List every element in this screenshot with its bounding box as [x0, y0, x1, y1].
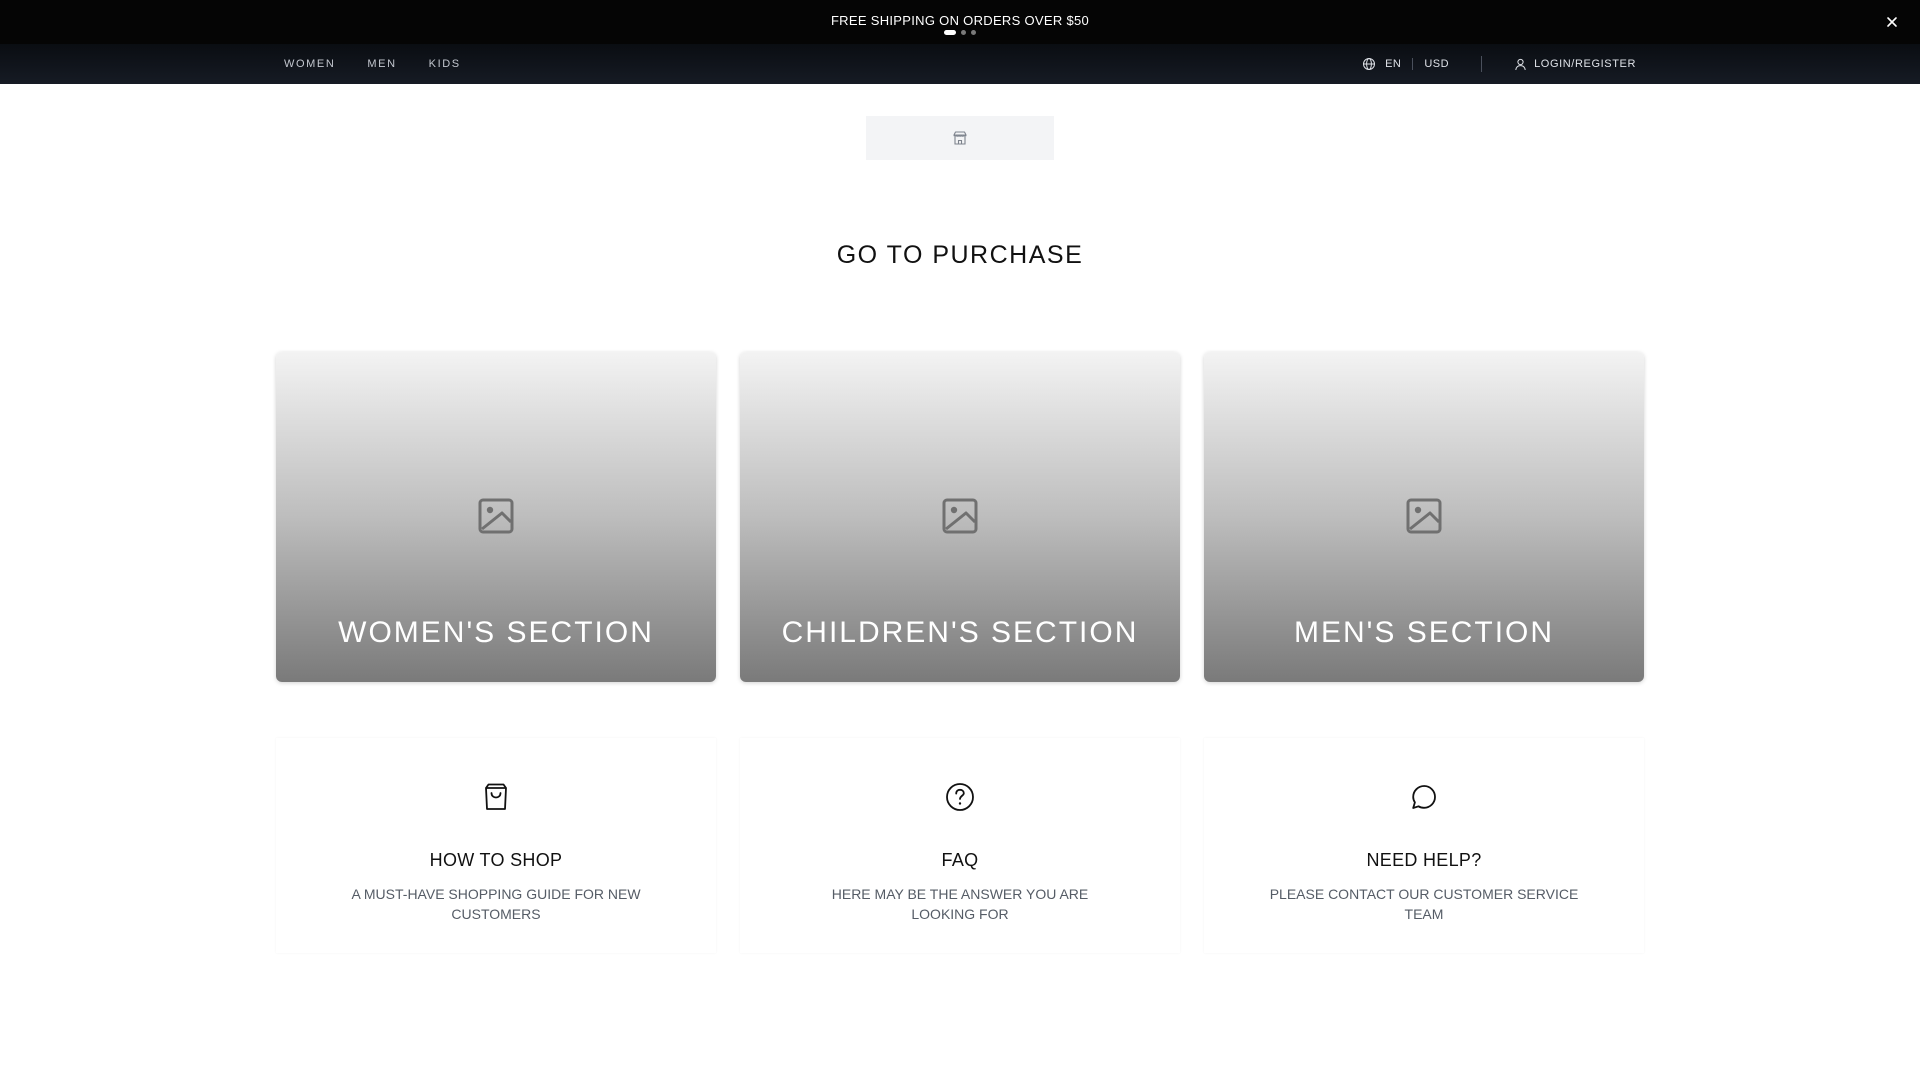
announcement-slide-dots	[0, 30, 1920, 35]
how-to-shop-title: HOW TO SHOP	[429, 850, 563, 870]
need-help-description: PLEASE CONTACT OUR CUSTOMER SERVICE TEAM	[1269, 886, 1579, 922]
mens-section-card[interactable]: MEN'S SECTION	[1204, 352, 1644, 682]
womens-section-label: WOMEN'S SECTION	[338, 616, 654, 649]
nav-links: WOMEN MEN KIDS	[284, 44, 493, 84]
help-circle-icon	[946, 783, 974, 811]
mens-section-label: MEN'S SECTION	[1293, 616, 1555, 649]
language-selector[interactable]: EN	[1385, 58, 1401, 70]
close-announcement-button[interactable]	[1883, 13, 1901, 31]
store-icon	[953, 131, 967, 145]
need-help-block[interactable]: NEED HELP? PLEASE CONTACT OUR CUSTOMER S…	[1204, 738, 1644, 953]
page-heading: GO TO PURCHASE	[836, 241, 1084, 269]
shopping-bag-icon	[485, 783, 507, 810]
nav-link-women[interactable]: WOMEN	[284, 58, 335, 70]
need-help-title: NEED HELP?	[1366, 850, 1482, 870]
store-logo[interactable]	[866, 116, 1054, 160]
how-to-shop-block[interactable]: HOW TO SHOP A MUST-HAVE SHOPPING GUIDE F…	[276, 738, 716, 953]
womens-section-card[interactable]: WOMEN'S SECTION	[276, 352, 716, 682]
image-placeholder-icon	[1406, 498, 1442, 534]
message-bubble-icon	[1412, 785, 1436, 809]
currency-selector[interactable]: USD	[1424, 58, 1449, 70]
faq-description: HERE MAY BE THE ANSWER YOU ARE LOOKING F…	[831, 886, 1089, 922]
faq-block[interactable]: FAQ HERE MAY BE THE ANSWER YOU ARE LOOKI…	[740, 738, 1180, 953]
childrens-section-card[interactable]: CHILDREN'S SECTION	[740, 352, 1180, 682]
image-placeholder-icon	[478, 498, 514, 534]
globe-icon[interactable]	[1362, 57, 1376, 71]
nav-link-kids[interactable]: KIDS	[429, 58, 461, 70]
nav-link-men[interactable]: MEN	[367, 58, 396, 70]
slide-dot-2[interactable]	[961, 30, 966, 35]
how-to-shop-description: A MUST-HAVE SHOPPING GUIDE FOR NEW CUSTO…	[351, 886, 641, 922]
main-nav: WOMEN MEN KIDS EN USD LOGIN/REGISTER	[0, 44, 1920, 84]
image-placeholder-icon	[942, 498, 978, 534]
slide-dot-3[interactable]	[971, 30, 976, 35]
user-icon	[1515, 58, 1526, 70]
announcement-bar: FREE SHIPPING ON ORDERS OVER $50	[0, 0, 1920, 44]
close-icon	[1887, 17, 1897, 27]
divider	[1481, 56, 1483, 72]
childrens-section-label: CHILDREN'S SECTION	[781, 616, 1139, 649]
slide-dot-1[interactable]	[944, 30, 956, 35]
nav-utilities: EN USD LOGIN/REGISTER	[1362, 44, 1636, 84]
login-register-label: LOGIN/REGISTER	[1534, 58, 1636, 70]
announcement-text: FREE SHIPPING ON ORDERS OVER $50	[830, 13, 1090, 28]
faq-title: FAQ	[941, 850, 979, 870]
divider	[1412, 58, 1414, 70]
login-register-link[interactable]: LOGIN/REGISTER	[1514, 58, 1636, 71]
